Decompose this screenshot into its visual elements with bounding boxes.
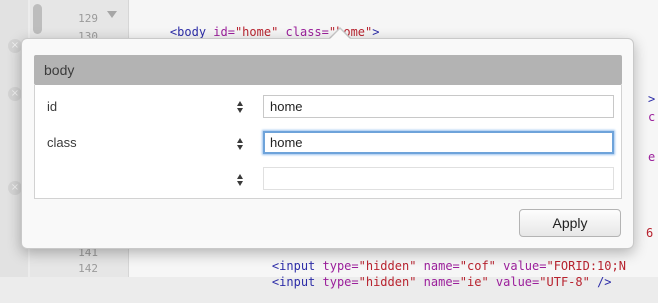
close-icon[interactable]: × (8, 87, 22, 101)
attribute-name-class[interactable]: class (47, 135, 77, 150)
line-number: 142 (78, 262, 98, 275)
code-token: id= (206, 25, 235, 39)
code-token: > (372, 25, 380, 39)
scrollbar-thumb[interactable] (33, 4, 42, 34)
attribute-list: id class (34, 85, 622, 199)
code-token: body (177, 25, 207, 39)
attribute-name-id[interactable]: id (47, 99, 57, 114)
code-token: input (279, 275, 316, 289)
popover-arrow-fill (329, 29, 351, 40)
code-token: name= (416, 275, 460, 289)
line-number: 129 (78, 12, 98, 25)
code-fragment: e (648, 150, 656, 164)
code-fragment: 6 (646, 226, 654, 240)
code-token: class= (278, 25, 329, 39)
code-token: < (271, 275, 280, 289)
stepper-arrows-icon[interactable] (236, 137, 246, 151)
code-token: type= (315, 275, 359, 289)
code-token: "home" (234, 25, 279, 39)
fold-triangle-icon[interactable] (107, 11, 117, 18)
code-token: value= (488, 275, 540, 289)
attribute-value-new[interactable] (263, 167, 614, 190)
line-number: 130 (78, 30, 98, 38)
stepper-arrows-icon[interactable] (236, 100, 246, 114)
attribute-editor-popover: body id class Apply (21, 38, 634, 249)
code-fragment: c (648, 110, 656, 124)
apply-button[interactable]: Apply (519, 209, 621, 237)
code-token: "ie" (459, 275, 489, 289)
code-line[interactable]: <input type="hidden" name="ie" value="UT… (243, 261, 612, 303)
close-icon[interactable]: × (8, 39, 22, 53)
attribute-value-class[interactable] (263, 131, 614, 154)
code-token: "hidden" (358, 275, 417, 289)
stepper-arrows-icon[interactable] (236, 173, 246, 187)
element-name-header: body (34, 55, 622, 85)
close-icon[interactable]: × (8, 181, 22, 195)
attribute-value-id[interactable] (263, 95, 614, 118)
code-token: /> (589, 275, 612, 289)
code-token: "UTF-8" (539, 275, 590, 289)
code-fragment: > (648, 92, 656, 106)
